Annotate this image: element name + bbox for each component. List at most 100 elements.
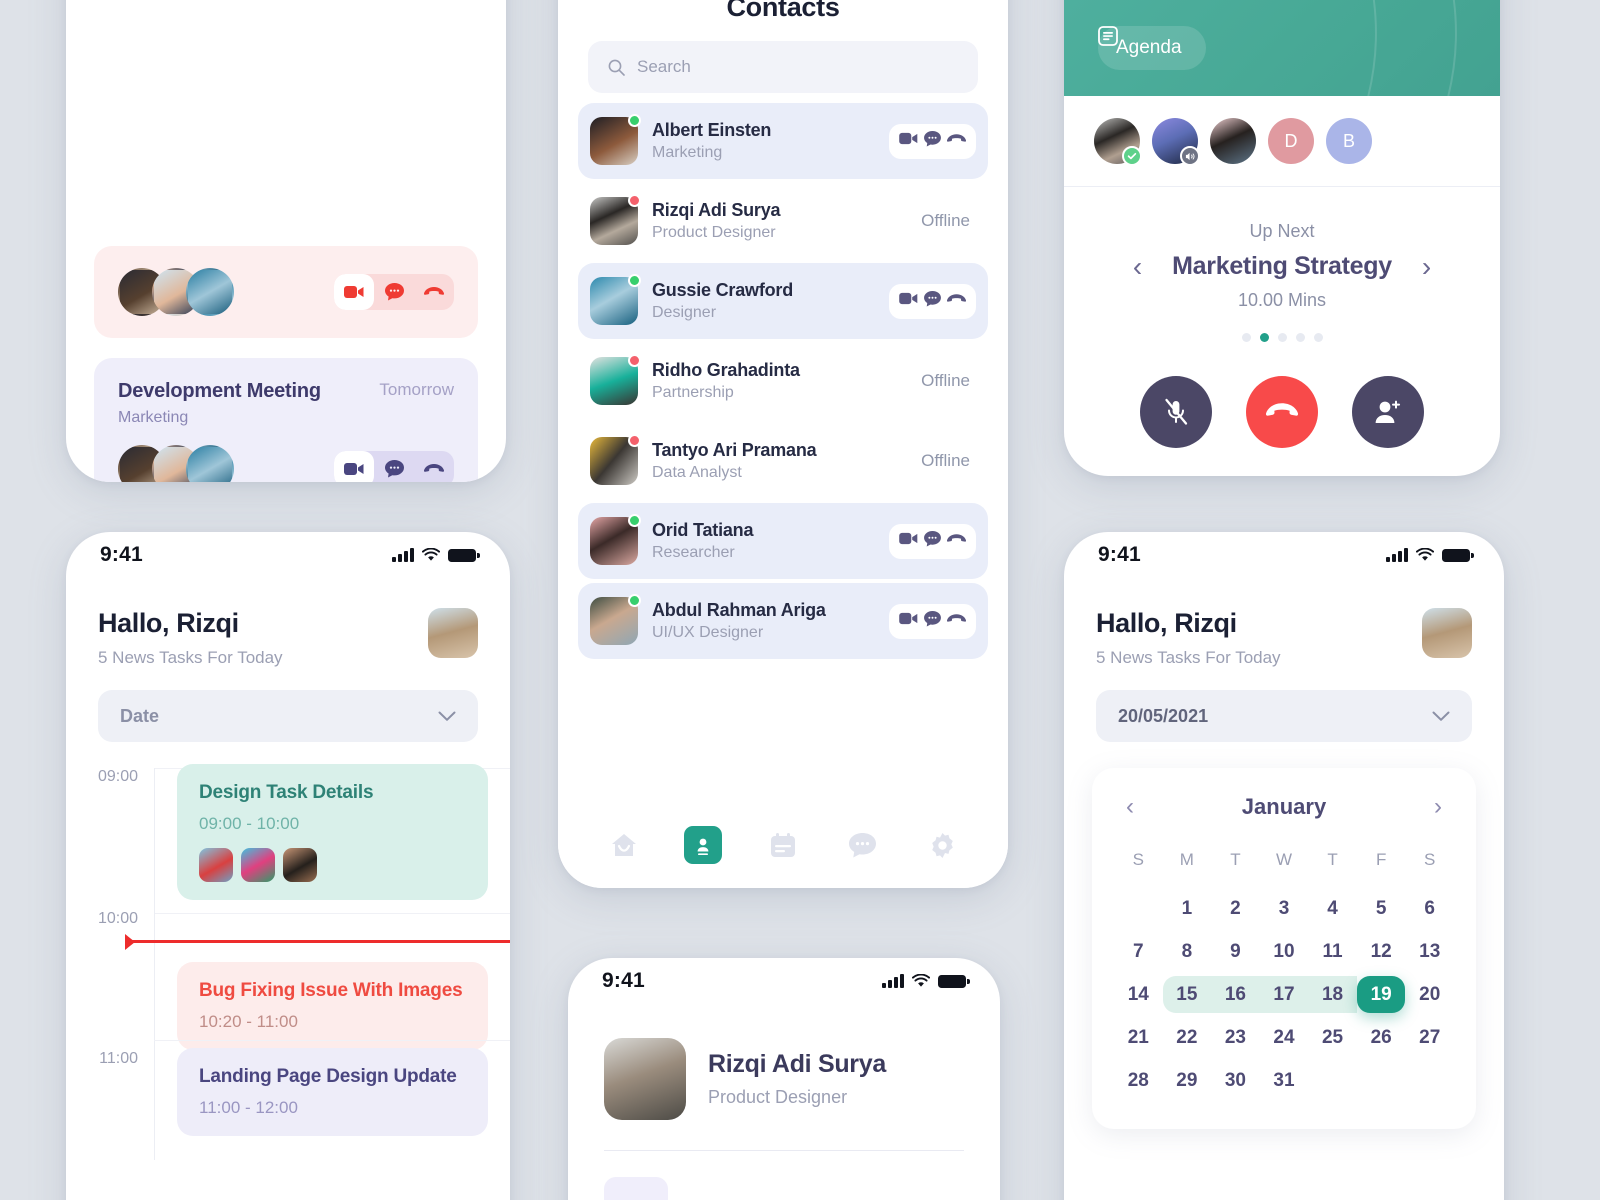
phone-hangup-icon[interactable] (946, 612, 967, 630)
phone-hangup-icon[interactable] (946, 532, 967, 550)
attendee-avatar-stack (118, 445, 234, 482)
calendar-day[interactable]: 16 (1211, 976, 1260, 1013)
calendar-day[interactable]: 31 (1260, 1062, 1309, 1099)
calendar-day[interactable]: 4 (1308, 890, 1357, 927)
participant-avatar[interactable] (1210, 118, 1256, 164)
calendar-day[interactable]: 1 (1163, 890, 1212, 927)
page-title: Hallo, Rizqi (98, 608, 239, 638)
calendar-day[interactable]: 14 (1114, 976, 1163, 1013)
calendar-day[interactable]: 21 (1114, 1019, 1163, 1056)
calendar-day[interactable]: 27 (1405, 1019, 1454, 1056)
list-item[interactable]: Abdul Rahman Ariga UI/UX Designer (578, 583, 988, 659)
carousel-dots[interactable] (1241, 333, 1323, 342)
list-item[interactable]: Tantyo Ari Pramana Data Analyst Offline (578, 423, 988, 499)
calendar-day[interactable]: 12 (1357, 933, 1406, 970)
avatar[interactable] (1422, 608, 1472, 658)
calendar-day[interactable]: 17 (1259, 976, 1309, 1013)
calendar-day[interactable]: 6 (1405, 890, 1454, 927)
video-camera-icon[interactable] (334, 274, 374, 310)
chat-bubble-icon[interactable] (924, 130, 941, 152)
video-camera-icon[interactable] (899, 292, 918, 310)
calendar-day[interactable]: 13 (1405, 933, 1454, 970)
phone-hangup-icon[interactable] (946, 292, 967, 310)
calendar-day[interactable]: 26 (1357, 1019, 1406, 1056)
nav-home-icon[interactable] (605, 826, 643, 864)
calendar-day[interactable]: 25 (1308, 1019, 1357, 1056)
event-title: Landing Page Design Update (199, 1066, 457, 1087)
calendar-day[interactable]: 10 (1260, 933, 1309, 970)
chat-bubble-icon[interactable] (374, 451, 414, 482)
carousel-dot[interactable] (1241, 333, 1251, 342)
calendar-day[interactable]: 23 (1211, 1019, 1260, 1056)
hangup-button[interactable] (1246, 376, 1318, 448)
list-item[interactable]: Gussie Crawford Designer (578, 263, 988, 339)
avatar[interactable] (604, 1038, 686, 1120)
calendar-day-selected[interactable]: 19 (1356, 976, 1406, 1013)
calendar-day[interactable]: 5 (1357, 890, 1406, 927)
chat-bubble-icon[interactable] (924, 290, 941, 312)
search-input[interactable]: Search (588, 41, 978, 93)
event-card[interactable]: Landing Page Design Update 11:00 - 12:00 (177, 1048, 488, 1136)
meeting-card-development[interactable]: Development Meeting Marketing Tomorrow (94, 358, 478, 482)
calendar-day[interactable]: 29 (1163, 1062, 1212, 1099)
chat-bubble-icon[interactable] (374, 274, 414, 310)
carousel-dot[interactable] (1313, 333, 1323, 342)
calendar-day[interactable]: 20 (1405, 976, 1454, 1013)
video-camera-icon[interactable] (334, 451, 374, 482)
nav-chat-icon[interactable] (844, 826, 882, 864)
chevron-right-icon[interactable]: › (1434, 795, 1442, 819)
carousel-dot[interactable] (1277, 333, 1287, 342)
status-time: 9:41 (100, 543, 143, 566)
date-select[interactable]: Date (98, 690, 478, 742)
calendar-day[interactable]: 11 (1308, 933, 1357, 970)
phone-hangup-icon[interactable] (414, 274, 454, 310)
calendar-day[interactable]: 24 (1260, 1019, 1309, 1056)
calendar-grid[interactable]: S M T W T F S 1 2 3 4 5 6 7 8 9 10 11 12 13 14 15 16 17 18 19 20 21… (1114, 844, 1454, 1099)
chat-bubble-icon[interactable] (924, 610, 941, 632)
calendar-day[interactable]: 28 (1114, 1062, 1163, 1099)
phone-hangup-icon[interactable] (414, 451, 454, 482)
list-item[interactable]: Orid Tatiana Researcher (578, 503, 988, 579)
phone-hangup-icon[interactable] (946, 132, 967, 150)
participant-avatar[interactable] (1152, 118, 1200, 166)
video-camera-icon[interactable] (899, 132, 918, 150)
profile-chip[interactable] (604, 1177, 668, 1200)
calendar-day[interactable]: 30 (1211, 1062, 1260, 1099)
calendar-day[interactable]: 22 (1163, 1019, 1212, 1056)
calendar-day[interactable]: 7 (1114, 933, 1163, 970)
nav-calendar-icon[interactable] (764, 826, 802, 864)
calendar-day[interactable]: 8 (1163, 933, 1212, 970)
participant-avatar-initial[interactable]: D (1268, 118, 1314, 164)
event-card[interactable]: Bug Fixing Issue With Images 10:20 - 11:… (177, 962, 488, 1050)
nav-gear-icon[interactable] (923, 826, 961, 864)
chevron-left-icon[interactable]: ‹ (1133, 252, 1142, 281)
avatar[interactable] (428, 608, 478, 658)
add-person-button[interactable] (1352, 376, 1424, 448)
agenda-button[interactable]: Agenda (1098, 26, 1206, 70)
contacts-list[interactable]: Albert Einsten Marketing Rizqi Adi Surya… (558, 93, 1008, 802)
participant-avatar[interactable] (1094, 118, 1142, 166)
list-item[interactable]: Rizqi Adi Surya Product Designer Offline (578, 183, 988, 259)
video-camera-icon[interactable] (899, 532, 918, 550)
mic-off-button[interactable] (1140, 376, 1212, 448)
chevron-left-icon[interactable]: ‹ (1126, 795, 1134, 819)
chevron-right-icon[interactable]: › (1422, 252, 1431, 281)
profile-name: Rizqi Adi Surya (708, 1050, 886, 1078)
calendar-day[interactable]: 9 (1211, 933, 1260, 970)
calendar-day[interactable]: 3 (1260, 890, 1309, 927)
calendar-day[interactable]: 2 (1211, 890, 1260, 927)
carousel-dot[interactable] (1295, 333, 1305, 342)
wifi-icon (1416, 548, 1434, 561)
participant-avatar-initial[interactable]: B (1326, 118, 1372, 164)
date-select[interactable]: 20/05/2021 (1096, 690, 1472, 742)
nav-contacts-icon[interactable] (684, 826, 723, 864)
list-item[interactable]: Albert Einsten Marketing (578, 103, 988, 179)
event-card[interactable]: Design Task Details 09:00 - 10:00 (177, 764, 488, 900)
video-camera-icon[interactable] (899, 612, 918, 630)
carousel-dot-active[interactable] (1259, 333, 1269, 342)
list-item[interactable]: Ridho Grahadinta Partnership Offline (578, 343, 988, 419)
chat-bubble-icon[interactable] (924, 530, 941, 552)
calendar-day[interactable]: 18 (1308, 976, 1357, 1013)
meeting-card-ongoing[interactable] (94, 246, 478, 338)
calendar-day[interactable]: 15 (1162, 976, 1212, 1013)
